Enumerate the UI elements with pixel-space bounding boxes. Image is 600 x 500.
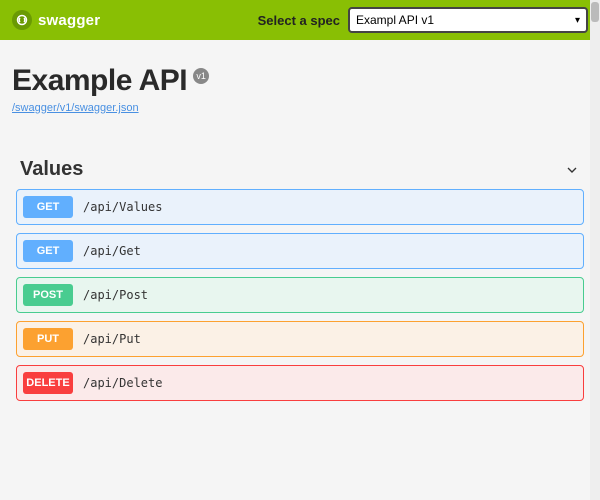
operation-row[interactable]: DELETE/api/Delete: [16, 365, 584, 401]
tag-title: Values: [20, 158, 83, 181]
operation-row[interactable]: GET/api/Values: [16, 189, 584, 225]
chevron-down-icon: [564, 162, 580, 178]
method-badge: GET: [23, 196, 73, 218]
method-badge: PUT: [23, 328, 73, 350]
operation-path: /api/Put: [83, 332, 141, 346]
scrollbar[interactable]: [590, 0, 600, 500]
operation-row[interactable]: GET/api/Get: [16, 233, 584, 269]
operation-path: /api/Values: [83, 200, 162, 214]
spec-selected-value: Exampl API v1: [356, 13, 434, 27]
spec-label: Select a spec: [258, 13, 340, 28]
tag-header[interactable]: Values: [16, 158, 584, 189]
method-badge: GET: [23, 240, 73, 262]
tag-section: Values GET/api/ValuesGET/api/GetPOST/api…: [12, 158, 588, 401]
title-row: Example API v1: [12, 64, 588, 98]
brand-wrap: swagger: [12, 10, 100, 30]
spec-select[interactable]: Exampl API v1 ▾: [348, 7, 588, 33]
spec-selector-area: Select a spec Exampl API v1 ▾: [258, 7, 588, 33]
method-badge: DELETE: [23, 372, 73, 394]
operation-path: /api/Get: [83, 244, 141, 258]
content: Example API v1 /swagger/v1/swagger.json …: [0, 40, 600, 421]
operation-path: /api/Delete: [83, 376, 162, 390]
operations-list: GET/api/ValuesGET/api/GetPOST/api/PostPU…: [16, 189, 584, 401]
method-badge: POST: [23, 284, 73, 306]
swagger-logo-icon: [12, 10, 32, 30]
chevron-down-icon: ▾: [575, 15, 580, 26]
topbar: swagger Select a spec Exampl API v1 ▾: [0, 0, 600, 40]
operation-path: /api/Post: [83, 288, 148, 302]
scroll-thumb[interactable]: [591, 2, 599, 22]
operation-row[interactable]: PUT/api/Put: [16, 321, 584, 357]
operation-row[interactable]: POST/api/Post: [16, 277, 584, 313]
brand-text: swagger: [38, 12, 100, 29]
api-title: Example API: [12, 64, 187, 98]
spec-link[interactable]: /swagger/v1/swagger.json: [12, 102, 139, 114]
version-badge: v1: [193, 68, 209, 84]
